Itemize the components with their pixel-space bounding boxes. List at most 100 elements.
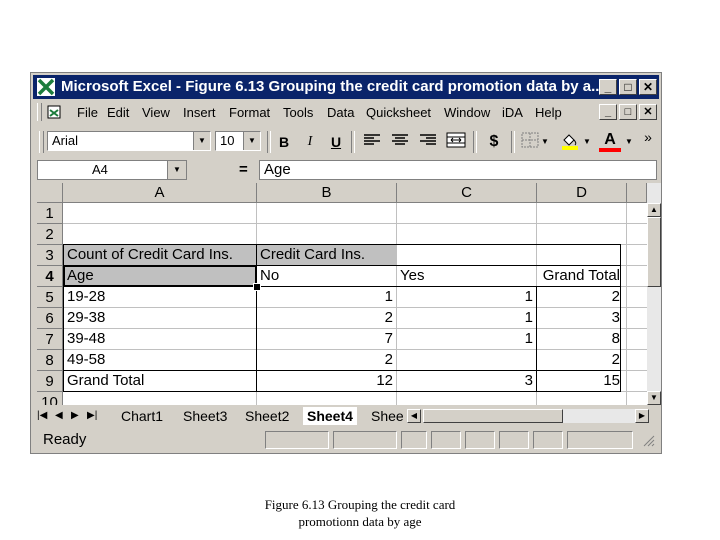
cell-c5[interactable]: 1	[397, 287, 536, 307]
cell-a3[interactable]: Count of Credit Card Ins.	[64, 245, 256, 265]
tab-sheet2[interactable]: Sheet2	[245, 407, 289, 425]
underline-button[interactable]: U	[325, 132, 347, 152]
chevron-down-icon[interactable]: ▼	[581, 132, 593, 152]
menu-view[interactable]: View	[142, 105, 170, 120]
chevron-down-icon[interactable]: ▼	[167, 161, 186, 179]
column-header-a[interactable]: A	[63, 183, 257, 203]
row-header-4[interactable]: 4	[37, 266, 63, 287]
italic-button[interactable]: I	[299, 132, 321, 152]
tab-sheet3[interactable]: Sheet3	[183, 407, 227, 425]
scroll-up-icon[interactable]: ▲	[647, 203, 661, 217]
menu-window[interactable]: Window	[444, 105, 490, 120]
tab-prev-icon[interactable]: ◀	[55, 407, 63, 425]
cell-d4[interactable]: Grand Total	[537, 266, 623, 286]
tab-first-icon[interactable]: |◀	[37, 407, 47, 425]
worksheet-grid[interactable]: A B C D 1 2 3 4 5 6 7 8 9 10 Count of Cr…	[37, 183, 647, 405]
font-color-button[interactable]: A	[599, 132, 621, 152]
row-header-10[interactable]: 10	[37, 392, 63, 405]
chevron-down-icon[interactable]: ▼	[243, 132, 260, 150]
column-header-c[interactable]: C	[397, 183, 537, 203]
column-header-d[interactable]: D	[537, 183, 627, 203]
menu-format[interactable]: Format	[229, 105, 270, 120]
cell-c8[interactable]	[397, 350, 536, 370]
row-header-3[interactable]: 3	[37, 245, 63, 266]
cell-d5[interactable]: 2	[537, 287, 623, 307]
align-right-icon[interactable]	[417, 132, 439, 152]
cell-a5[interactable]: 19-28	[64, 287, 256, 307]
chevron-down-icon[interactable]: ▼	[623, 132, 635, 152]
bold-button[interactable]: B	[273, 132, 295, 152]
row-header-7[interactable]: 7	[37, 329, 63, 350]
vertical-scrollbar[interactable]: ▲ ▼	[647, 183, 661, 405]
merge-center-icon[interactable]	[445, 132, 467, 152]
horizontal-scrollbar[interactable]	[423, 409, 635, 423]
fill-color-icon[interactable]	[559, 132, 581, 152]
maximize-button[interactable]: □	[619, 79, 637, 95]
cell-b8[interactable]: 2	[257, 350, 396, 370]
menu-data[interactable]: Data	[327, 105, 354, 120]
chevron-down-icon[interactable]: ▼	[193, 132, 210, 150]
cell-b9[interactable]: 12	[257, 371, 396, 391]
doc-close-button[interactable]: ✕	[639, 104, 657, 120]
title-bar[interactable]: Microsoft Excel - Figure 6.13 Grouping t…	[33, 75, 659, 99]
tab-split-icon[interactable]: ◀	[407, 409, 421, 423]
tab-sheet4[interactable]: Sheet4	[303, 407, 357, 425]
cell-a8[interactable]: 49-58	[64, 350, 256, 370]
doc-restore-button[interactable]: □	[619, 104, 637, 120]
cell-d8[interactable]: 2	[537, 350, 623, 370]
scroll-right-icon[interactable]: ▶	[635, 409, 649, 423]
font-name-combo[interactable]: Arial ▼	[47, 131, 211, 151]
tab-next-icon[interactable]: ▶	[71, 407, 79, 425]
menu-quicksheet[interactable]: Quicksheet	[366, 105, 431, 120]
tab-sheet-partial[interactable]: Shee	[371, 407, 404, 425]
hscroll-thumb[interactable]	[423, 409, 563, 423]
select-all-corner[interactable]	[37, 183, 63, 203]
minimize-button[interactable]: _	[599, 79, 617, 95]
menu-tools[interactable]: Tools	[283, 105, 313, 120]
cell-b4[interactable]: No	[257, 266, 396, 286]
menu-insert[interactable]: Insert	[183, 105, 216, 120]
column-header-b[interactable]: B	[257, 183, 397, 203]
align-left-icon[interactable]	[361, 132, 383, 152]
formula-input[interactable]: Age	[259, 160, 657, 180]
row-header-5[interactable]: 5	[37, 287, 63, 308]
cell-c9[interactable]: 3	[397, 371, 536, 391]
tab-chart1[interactable]: Chart1	[121, 407, 163, 425]
resize-grip-icon[interactable]	[641, 433, 655, 447]
chevron-down-icon[interactable]: ▼	[539, 132, 551, 152]
toolbar-options-button[interactable]: »	[641, 127, 655, 147]
sheet-icon[interactable]	[47, 105, 61, 119]
cell-a6[interactable]: 29-38	[64, 308, 256, 328]
row-header-8[interactable]: 8	[37, 350, 63, 371]
cell-b5[interactable]: 1	[257, 287, 396, 307]
cell-b3[interactable]: Credit Card Ins.	[257, 245, 396, 265]
menu-edit[interactable]: Edit	[107, 105, 129, 120]
scroll-down-icon[interactable]: ▼	[647, 391, 661, 405]
cell-b7[interactable]: 7	[257, 329, 396, 349]
name-box[interactable]: A4 ▼	[37, 160, 187, 180]
column-header-e[interactable]	[627, 183, 647, 203]
cell-a7[interactable]: 39-48	[64, 329, 256, 349]
cell-c7[interactable]: 1	[397, 329, 536, 349]
cell-d9[interactable]: 15	[537, 371, 623, 391]
scroll-thumb[interactable]	[647, 217, 661, 287]
tab-last-icon[interactable]: ▶|	[87, 407, 97, 425]
row-header-2[interactable]: 2	[37, 224, 63, 245]
cell-d7[interactable]: 8	[537, 329, 623, 349]
cell-a4[interactable]: Age	[64, 266, 256, 286]
font-size-combo[interactable]: 10 ▼	[215, 131, 261, 151]
row-header-1[interactable]: 1	[37, 203, 63, 224]
row-header-6[interactable]: 6	[37, 308, 63, 329]
menu-ida[interactable]: iDA	[502, 105, 523, 120]
borders-icon[interactable]	[519, 132, 541, 152]
doc-minimize-button[interactable]: _	[599, 104, 617, 120]
menu-help[interactable]: Help	[535, 105, 562, 120]
menu-file[interactable]: File	[77, 105, 98, 120]
close-button[interactable]: ✕	[639, 79, 657, 95]
row-header-9[interactable]: 9	[37, 371, 63, 392]
cell-c4[interactable]: Yes	[397, 266, 536, 286]
cell-d6[interactable]: 3	[537, 308, 623, 328]
cell-c6[interactable]: 1	[397, 308, 536, 328]
cell-a9[interactable]: Grand Total	[64, 371, 256, 391]
cell-b6[interactable]: 2	[257, 308, 396, 328]
